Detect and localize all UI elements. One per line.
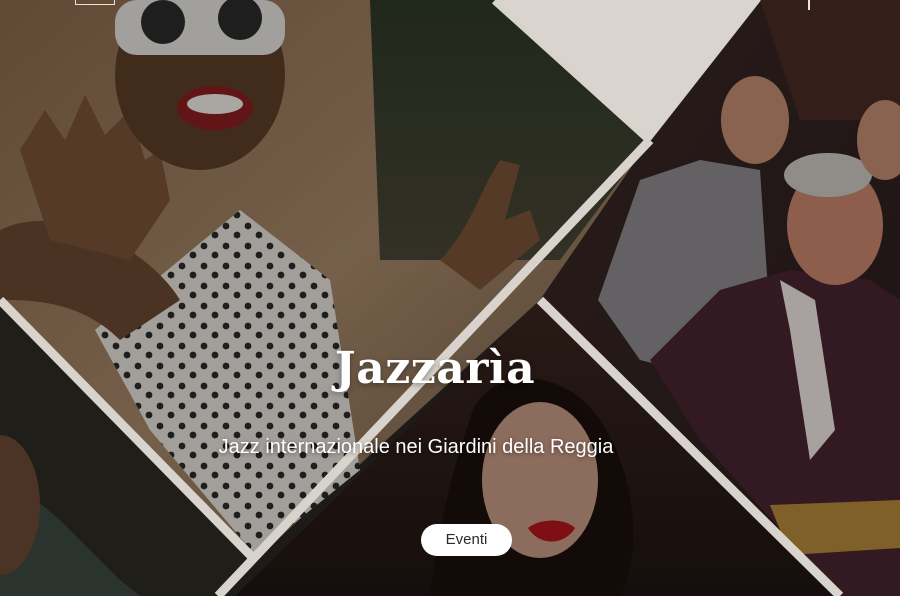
photo-collage [0,0,900,596]
nav-divider [808,0,810,10]
events-button[interactable]: Eventi [421,524,512,556]
hero-section: Jazzarìa Jazz internazionale nei Giardin… [0,0,900,596]
logo-mark[interactable] [75,0,115,5]
hero-title: Jazzarìa [334,343,536,394]
hero-subtitle: Jazz internazionale nei Giardini della R… [218,436,614,458]
